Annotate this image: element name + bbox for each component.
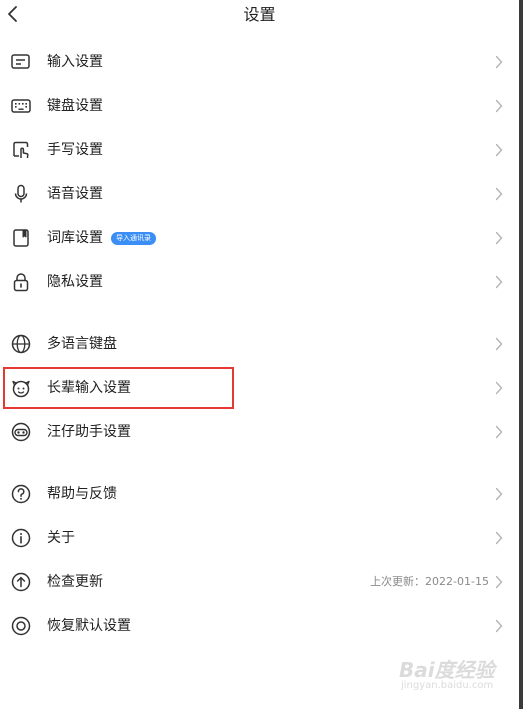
update-icon <box>10 571 32 593</box>
settings-item-privacy[interactable]: 隐私设置 <box>0 260 519 304</box>
chevron-right-icon <box>495 187 503 201</box>
globe-icon <box>10 333 32 355</box>
header-bar: 设置 <box>0 0 519 30</box>
settings-item-dictionary[interactable]: 词库设置 导入通讯录 <box>0 216 519 260</box>
settings-item-restore-defaults[interactable]: 恢复默认设置 <box>0 604 519 648</box>
settings-item-handwriting[interactable]: 手写设置 <box>0 128 519 172</box>
settings-page: 设置 输入设置 键盘设置 手写设置 语音设置 词库设置 导入通讯录 隐私设置 多… <box>0 0 523 709</box>
chevron-right-icon <box>495 99 503 113</box>
chevron-right-icon <box>495 55 503 69</box>
settings-item-label: 汪仔助手设置 <box>47 424 131 440</box>
settings-item-label: 隐私设置 <box>47 274 103 290</box>
settings-item-keyboard[interactable]: 键盘设置 <box>0 84 519 128</box>
chevron-right-icon <box>495 337 503 351</box>
settings-item-multilingual[interactable]: 多语言键盘 <box>0 322 519 366</box>
lock-icon <box>10 271 32 293</box>
chevron-right-icon <box>495 425 503 439</box>
settings-item-dog-assistant[interactable]: 汪仔助手设置 <box>0 410 519 454</box>
watermark-logo: Bai度经验 <box>399 658 495 682</box>
settings-item-label: 多语言键盘 <box>47 336 117 352</box>
settings-item-label: 语音设置 <box>47 186 103 202</box>
settings-item-label: 帮助与反馈 <box>47 486 117 502</box>
chevron-right-icon <box>495 231 503 245</box>
watermark-url: jingyan.baidu.com <box>401 680 494 691</box>
settings-item-label: 输入设置 <box>47 54 103 70</box>
chevron-right-icon <box>495 487 503 501</box>
restore-icon <box>10 615 32 637</box>
settings-item-label: 键盘设置 <box>47 98 103 114</box>
last-update-text: 上次更新：2022-01-15 <box>370 575 489 588</box>
chevron-right-icon <box>495 275 503 289</box>
settings-item-help[interactable]: 帮助与反馈 <box>0 472 519 516</box>
handwriting-icon <box>10 139 32 161</box>
settings-item-label: 恢复默认设置 <box>47 618 131 634</box>
chevron-right-icon <box>495 143 503 157</box>
chevron-right-icon <box>495 381 503 395</box>
settings-item-label: 长辈输入设置 <box>47 380 131 396</box>
watermark: Bai度经验 jingyan.baidu.com <box>399 654 497 698</box>
info-icon <box>10 527 32 549</box>
elder-face-icon <box>10 377 32 399</box>
dog-assistant-icon <box>10 421 32 443</box>
settings-item-label: 检查更新 <box>47 574 103 590</box>
settings-item-input[interactable]: 输入设置 <box>0 40 519 84</box>
microphone-icon <box>10 183 32 205</box>
help-icon <box>10 483 32 505</box>
dictionary-icon <box>10 227 32 249</box>
settings-item-about[interactable]: 关于 <box>0 516 519 560</box>
chevron-right-icon <box>495 531 503 545</box>
settings-item-label: 词库设置 <box>47 230 103 246</box>
settings-item-voice[interactable]: 语音设置 <box>0 172 519 216</box>
settings-item-label: 关于 <box>47 530 75 546</box>
chevron-right-icon <box>495 575 503 589</box>
input-settings-icon <box>10 51 32 73</box>
page-title: 设置 <box>243 5 276 24</box>
import-contacts-badge[interactable]: 导入通讯录 <box>111 232 156 245</box>
settings-item-label: 手写设置 <box>47 142 103 158</box>
right-edge-border <box>519 0 523 709</box>
settings-item-check-update[interactable]: 检查更新 上次更新：2022-01-15 <box>0 560 519 604</box>
chevron-right-icon <box>495 619 503 633</box>
settings-item-elder-input[interactable]: 长辈输入设置 <box>0 366 519 410</box>
keyboard-icon <box>10 95 32 117</box>
